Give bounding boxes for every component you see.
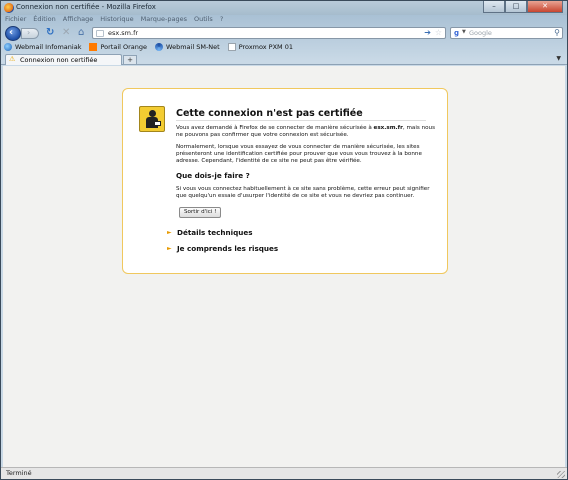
error-box: Cette connexion n'est pas certifiée Vous…: [122, 88, 448, 274]
window-title: Connexion non certifiée - Mozilla Firefo…: [16, 3, 156, 11]
orange-square-icon: [89, 42, 98, 51]
error-explanation-paragraph: Normalement, lorsque vous essayez de vou…: [176, 144, 422, 164]
maximize-button[interactable]: □: [505, 1, 527, 13]
new-tab-button[interactable]: +: [123, 55, 137, 64]
status-text: Terminé: [6, 469, 32, 477]
go-arrow-icon[interactable]: ➔: [424, 28, 431, 37]
error-intro-paragraph: Vous avez demandé à Firefox de se connec…: [176, 125, 436, 139]
tab-connexion-non-certifiee[interactable]: ⚠ Connexion non certifiée: [5, 54, 122, 65]
page-icon: [227, 42, 236, 51]
menu-bar: Fichier Édition Affichage Historique Mar…: [5, 15, 223, 25]
reload-icon[interactable]: ↻: [46, 27, 54, 39]
title-bar: Connexion non certifiée - Mozilla Firefo…: [1, 1, 567, 15]
expand-arrow-icon: ►: [167, 229, 172, 236]
warning-icon: ⚠: [9, 55, 16, 63]
stop-icon[interactable]: ✕: [62, 27, 70, 39]
minimize-button[interactable]: –: [483, 1, 505, 13]
officer-head: [149, 110, 156, 117]
bookmark-portail-orange[interactable]: Portail Orange: [89, 42, 148, 51]
forward-arrow-icon: ›: [27, 28, 31, 37]
badge-plate: [154, 121, 161, 126]
bookmarks-toolbar: Webmail Infomaniak Portail Orange Webmai…: [4, 41, 293, 52]
browser-window: Connexion non certifiée - Mozilla Firefo…: [0, 0, 568, 480]
window-controls: – □ ✕: [483, 1, 563, 13]
back-button[interactable]: ‹: [5, 26, 21, 41]
close-window-button[interactable]: ✕: [527, 1, 563, 13]
list-all-tabs-icon[interactable]: ▼: [556, 55, 561, 62]
bookmark-webmail-infomaniak[interactable]: Webmail Infomaniak: [4, 42, 82, 51]
understand-risks-label: Je comprends les risques: [177, 244, 279, 253]
certificate-officer-icon: [139, 106, 165, 132]
intro-host: esx.sm.fr: [373, 125, 403, 131]
tab-strip: ⚠ Connexion non certifiée + ▼: [1, 53, 567, 65]
chevron-down-icon[interactable]: ▼: [462, 29, 466, 35]
status-bar: Terminé: [1, 467, 567, 479]
technical-details-expander[interactable]: ► Détails techniques: [167, 228, 253, 237]
get-me-out-button[interactable]: Sortir d'ici !: [179, 207, 222, 218]
site-identity-icon[interactable]: [96, 30, 104, 37]
what-to-do-paragraph: Si vous vous connectez habituellement à …: [176, 186, 430, 199]
tab-label: Connexion non certifiée: [20, 56, 98, 64]
search-input[interactable]: Google: [469, 29, 492, 37]
menu-bookmarks[interactable]: Marque-pages: [141, 15, 187, 25]
understand-risks-expander[interactable]: ► Je comprends les risques: [167, 244, 278, 253]
firefox-logo-icon: [4, 3, 14, 13]
what-to-do-heading: Que dois-je faire ?: [176, 171, 250, 180]
navigation-toolbar: ‹ › ↻ ✕ ⌂ esx.sm.fr ➔ ☆ g ▼ Google ⚲: [1, 25, 567, 41]
expand-arrow-icon: ►: [167, 245, 172, 252]
forward-button[interactable]: ›: [21, 28, 39, 39]
address-bar[interactable]: esx.sm.fr ➔ ☆: [92, 27, 446, 39]
menu-file[interactable]: Fichier: [5, 15, 26, 25]
bookmark-webmail-sm-net[interactable]: Webmail SM-Net: [155, 42, 220, 51]
globe-icon: [4, 42, 12, 51]
title-divider: [176, 120, 426, 121]
bookmark-label: Webmail Infomaniak: [15, 42, 82, 51]
technical-details-label: Détails techniques: [177, 228, 253, 237]
resize-grip-icon[interactable]: [557, 471, 565, 478]
back-arrow-icon: ‹: [9, 27, 14, 38]
menu-view[interactable]: Affichage: [63, 15, 94, 25]
intro-prefix: Vous avez demandé à Firefox de se connec…: [176, 125, 374, 131]
url-text[interactable]: esx.sm.fr: [108, 29, 138, 37]
bookmark-label: Webmail SM-Net: [166, 42, 220, 51]
menu-tools[interactable]: Outils: [194, 15, 213, 25]
bookmark-label: Proxmox PXM 01: [238, 42, 294, 51]
search-bar[interactable]: g ▼ Google ⚲: [450, 27, 563, 39]
bookmark-star-icon[interactable]: ☆: [435, 28, 442, 37]
menu-history[interactable]: Historique: [100, 15, 133, 25]
menu-edit[interactable]: Édition: [33, 15, 56, 25]
bookmark-proxmox[interactable]: Proxmox PXM 01: [227, 42, 294, 51]
bookmark-label: Portail Orange: [100, 42, 148, 51]
page-content: Cette connexion n'est pas certifiée Vous…: [3, 66, 565, 467]
home-icon[interactable]: ⌂: [78, 27, 84, 39]
google-engine-icon[interactable]: g: [454, 29, 459, 37]
swirl-icon: [155, 42, 164, 51]
search-icon[interactable]: ⚲: [554, 28, 560, 37]
error-title: Cette connexion n'est pas certifiée: [176, 108, 363, 119]
menu-help[interactable]: ?: [220, 15, 223, 25]
